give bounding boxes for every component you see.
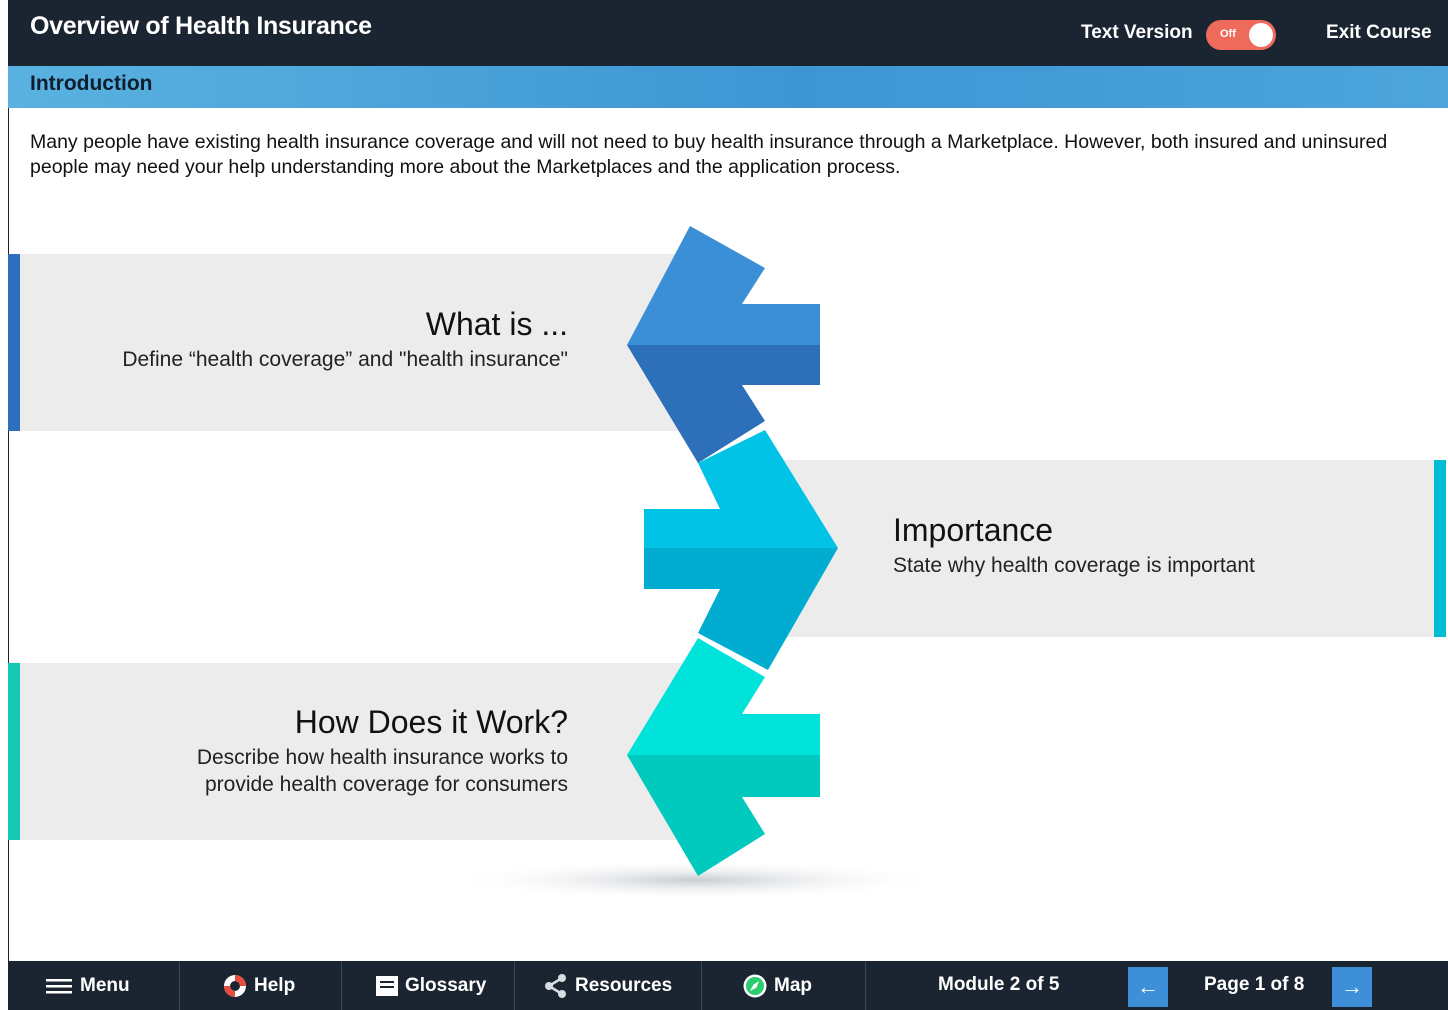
topic-desc-how-it-works-line2: provide health coverage for consumers xyxy=(204,773,568,796)
arrow-importance-icon[interactable] xyxy=(644,430,838,670)
lifebuoy-icon xyxy=(222,973,248,999)
topic-desc-what-is: Define “health coverage” and "health ins… xyxy=(122,348,568,371)
arrow-how-it-works-icon[interactable] xyxy=(627,638,820,876)
previous-page-button[interactable]: ← xyxy=(1128,967,1168,1007)
share-icon xyxy=(543,973,569,999)
arrows-graphic xyxy=(445,226,945,900)
footer-divider xyxy=(341,961,342,1010)
topic-desc-how-it-works-line1: Describe how health insurance works to xyxy=(196,746,568,769)
topic-title-what-is: What is ... xyxy=(425,306,568,342)
resources-label: Resources xyxy=(575,974,673,996)
page-indicator: Page 1 of 8 xyxy=(1204,974,1305,995)
topic-desc-importance: State why health coverage is important xyxy=(893,554,1255,577)
compass-icon xyxy=(742,973,768,999)
glossary-button[interactable]: Glossary xyxy=(375,961,486,1010)
arrow-left-icon: ← xyxy=(1137,974,1159,999)
glossary-label: Glossary xyxy=(405,974,487,996)
map-button[interactable]: Map xyxy=(742,961,812,1010)
help-label: Help xyxy=(254,974,296,996)
footer-divider xyxy=(865,961,866,1010)
resources-button[interactable]: Resources xyxy=(543,961,672,1010)
arrow-what-is-icon[interactable] xyxy=(627,226,820,463)
topic-title-how-it-works: How Does it Work? xyxy=(294,704,568,740)
menu-button[interactable]: Menu xyxy=(46,961,130,1010)
hamburger-icon xyxy=(46,976,74,996)
arrow-right-icon: → xyxy=(1341,974,1363,999)
footer-divider xyxy=(179,961,180,1010)
next-page-button[interactable]: → xyxy=(1332,967,1372,1007)
module-indicator: Module 2 of 5 xyxy=(938,974,1060,995)
footer-divider xyxy=(514,961,515,1010)
book-icon xyxy=(375,974,399,998)
topic-title-importance: Importance xyxy=(893,512,1054,548)
menu-label: Menu xyxy=(80,974,130,996)
map-label: Map xyxy=(774,974,812,996)
help-button[interactable]: Help xyxy=(222,961,295,1010)
footer-divider xyxy=(701,961,702,1010)
